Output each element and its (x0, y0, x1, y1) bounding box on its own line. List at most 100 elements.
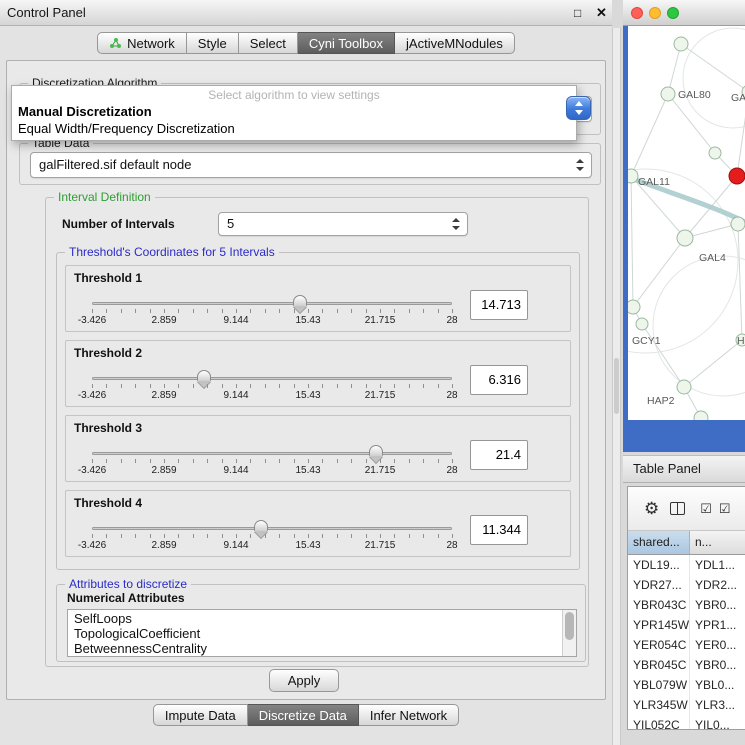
table-cell[interactable]: YBR045C (628, 655, 690, 675)
table-cell[interactable]: YER054C (628, 635, 690, 655)
table-cell[interactable]: YBR0... (690, 595, 745, 615)
tab-network[interactable]: Network (97, 32, 187, 54)
zoom-traffic-light-icon[interactable] (667, 7, 679, 19)
network-edge[interactable] (631, 94, 668, 176)
table-row[interactable]: YDR27...YDR2... (628, 575, 745, 595)
network-edge[interactable] (684, 340, 742, 387)
table-row[interactable]: YER054CYER0... (628, 635, 745, 655)
threshold-label: Threshold 4 (74, 496, 142, 510)
network-edge[interactable] (737, 92, 745, 176)
slider-track[interactable] (92, 377, 452, 380)
attribute-list-item[interactable]: BetweennessCentrality (68, 641, 562, 656)
table-cell[interactable]: YDL1... (690, 555, 745, 575)
threshold-value-field[interactable]: 14.713 (470, 290, 528, 320)
apply-button[interactable]: Apply (269, 669, 339, 692)
close-traffic-light-icon[interactable] (631, 7, 643, 19)
slider-thumb[interactable] (369, 445, 383, 456)
network-node[interactable] (628, 169, 638, 183)
slider-thumb[interactable] (254, 520, 268, 531)
select-none-icon[interactable]: ☑ (719, 502, 731, 515)
network-node[interactable] (674, 37, 688, 51)
network-node[interactable] (709, 147, 721, 159)
tab-style[interactable]: Style (187, 32, 239, 54)
column-header-name[interactable]: n... (690, 531, 745, 554)
columns-icon[interactable] (670, 502, 685, 515)
network-node[interactable] (694, 411, 708, 420)
combobox-arrows-icon[interactable] (566, 96, 591, 120)
threshold-slider[interactable]: -3.4262.8599.14415.4321.71528 (86, 446, 458, 480)
table-cell[interactable]: YIL0... (690, 715, 745, 730)
gear-icon[interactable]: ⚙ (644, 500, 659, 517)
tab-jactivemnodules[interactable]: jActiveMNodules (395, 32, 515, 54)
slider-track[interactable] (92, 452, 452, 455)
table-row[interactable]: YBL079WYBL0... (628, 675, 745, 695)
network-edge[interactable] (668, 94, 715, 153)
numerical-attributes-list[interactable]: SelfLoopsTopologicalCoefficientBetweenne… (67, 609, 577, 657)
table-cell[interactable]: YLR345W (628, 695, 690, 715)
table-row[interactable]: YLR345WYLR3... (628, 695, 745, 715)
network-edge[interactable] (738, 224, 742, 340)
table-cell[interactable]: YBR043C (628, 595, 690, 615)
tab-cyni-toolbox[interactable]: Cyni Toolbox (298, 32, 395, 54)
scrollbar-thumb[interactable] (565, 612, 574, 640)
threshold-value-field[interactable]: 6.316 (470, 365, 528, 395)
network-node[interactable] (677, 380, 691, 394)
table-cell[interactable]: YDR27... (628, 575, 690, 595)
table-cell[interactable]: YER0... (690, 635, 745, 655)
attribute-list-item[interactable]: TopologicalCoefficient (68, 626, 562, 641)
tab-select[interactable]: Select (239, 32, 298, 54)
table-cell[interactable]: YLR3... (690, 695, 745, 715)
network-node-selected[interactable] (729, 168, 745, 184)
splitter-handle[interactable] (614, 358, 619, 414)
panel-splitter[interactable] (612, 28, 621, 745)
attribute-list-item[interactable]: SelfLoops (68, 611, 562, 626)
tab-discretize-data[interactable]: Discretize Data (248, 704, 359, 726)
minimize-traffic-light-icon[interactable] (649, 7, 661, 19)
float-window-icon[interactable]: □ (574, 0, 581, 26)
table-cell[interactable]: YPR145W (628, 615, 690, 635)
table-row[interactable]: YBR045CYBR0... (628, 655, 745, 675)
table-cell[interactable]: YBL079W (628, 675, 690, 695)
table-row[interactable]: YPR145WYPR1... (628, 615, 745, 635)
table-row[interactable]: YDL19...YDL1... (628, 555, 745, 575)
tab-impute-data[interactable]: Impute Data (153, 704, 248, 726)
network-edge[interactable] (668, 44, 681, 94)
network-node[interactable] (677, 230, 693, 246)
network-edge[interactable] (642, 324, 684, 387)
threshold-slider[interactable]: -3.4262.8599.14415.4321.71528 (86, 371, 458, 405)
table-cell[interactable]: YDR2... (690, 575, 745, 595)
network-node[interactable] (661, 87, 675, 101)
table-cell[interactable]: YPR1... (690, 615, 745, 635)
threshold-slider[interactable]: -3.4262.8599.14415.4321.71528 (86, 521, 458, 555)
table-cell[interactable]: YBR0... (690, 655, 745, 675)
table-data-combobox[interactable]: galFiltered.sif default node (30, 152, 592, 178)
dropdown-option-equal-width-frequency[interactable]: Equal Width/Frequency Discretization (12, 120, 576, 137)
slider-thumb[interactable] (197, 370, 211, 381)
network-node[interactable] (731, 217, 745, 231)
slider-track[interactable] (92, 302, 452, 305)
list-scrollbar[interactable] (562, 610, 576, 656)
column-header-shared-name[interactable]: shared... (628, 531, 690, 554)
slider-scale-label: -3.426 (78, 465, 106, 476)
table-cell[interactable]: YDL19... (628, 555, 690, 575)
slider-track[interactable] (92, 527, 452, 530)
table-cell[interactable]: YIL052C (628, 715, 690, 730)
slider-thumb[interactable] (293, 295, 307, 306)
network-edge[interactable] (681, 44, 745, 92)
number-of-intervals-combobox[interactable]: 5 (218, 212, 468, 236)
select-all-icon[interactable]: ☑ (700, 502, 712, 515)
network-edge[interactable] (631, 176, 633, 307)
close-panel-icon[interactable]: ✕ (596, 0, 607, 26)
tab-infer-network[interactable]: Infer Network (359, 704, 459, 726)
network-node[interactable] (636, 318, 648, 330)
network-node[interactable] (628, 300, 640, 314)
table-row[interactable]: YIL052CYIL0... (628, 715, 745, 730)
threshold-value-field[interactable]: 21.4 (470, 440, 528, 470)
threshold-slider[interactable]: -3.4262.8599.14415.4321.71528 (86, 296, 458, 330)
threshold-label: Threshold 3 (74, 421, 142, 435)
table-cell[interactable]: YBL0... (690, 675, 745, 695)
dropdown-option-manual-discretization[interactable]: Manual Discretization (12, 103, 576, 120)
threshold-value-field[interactable]: 11.344 (470, 515, 528, 545)
table-row[interactable]: YBR043CYBR0... (628, 595, 745, 615)
network-canvas[interactable]: GAL80GAGAL11GAL4GCY1HAP2H (628, 26, 745, 420)
